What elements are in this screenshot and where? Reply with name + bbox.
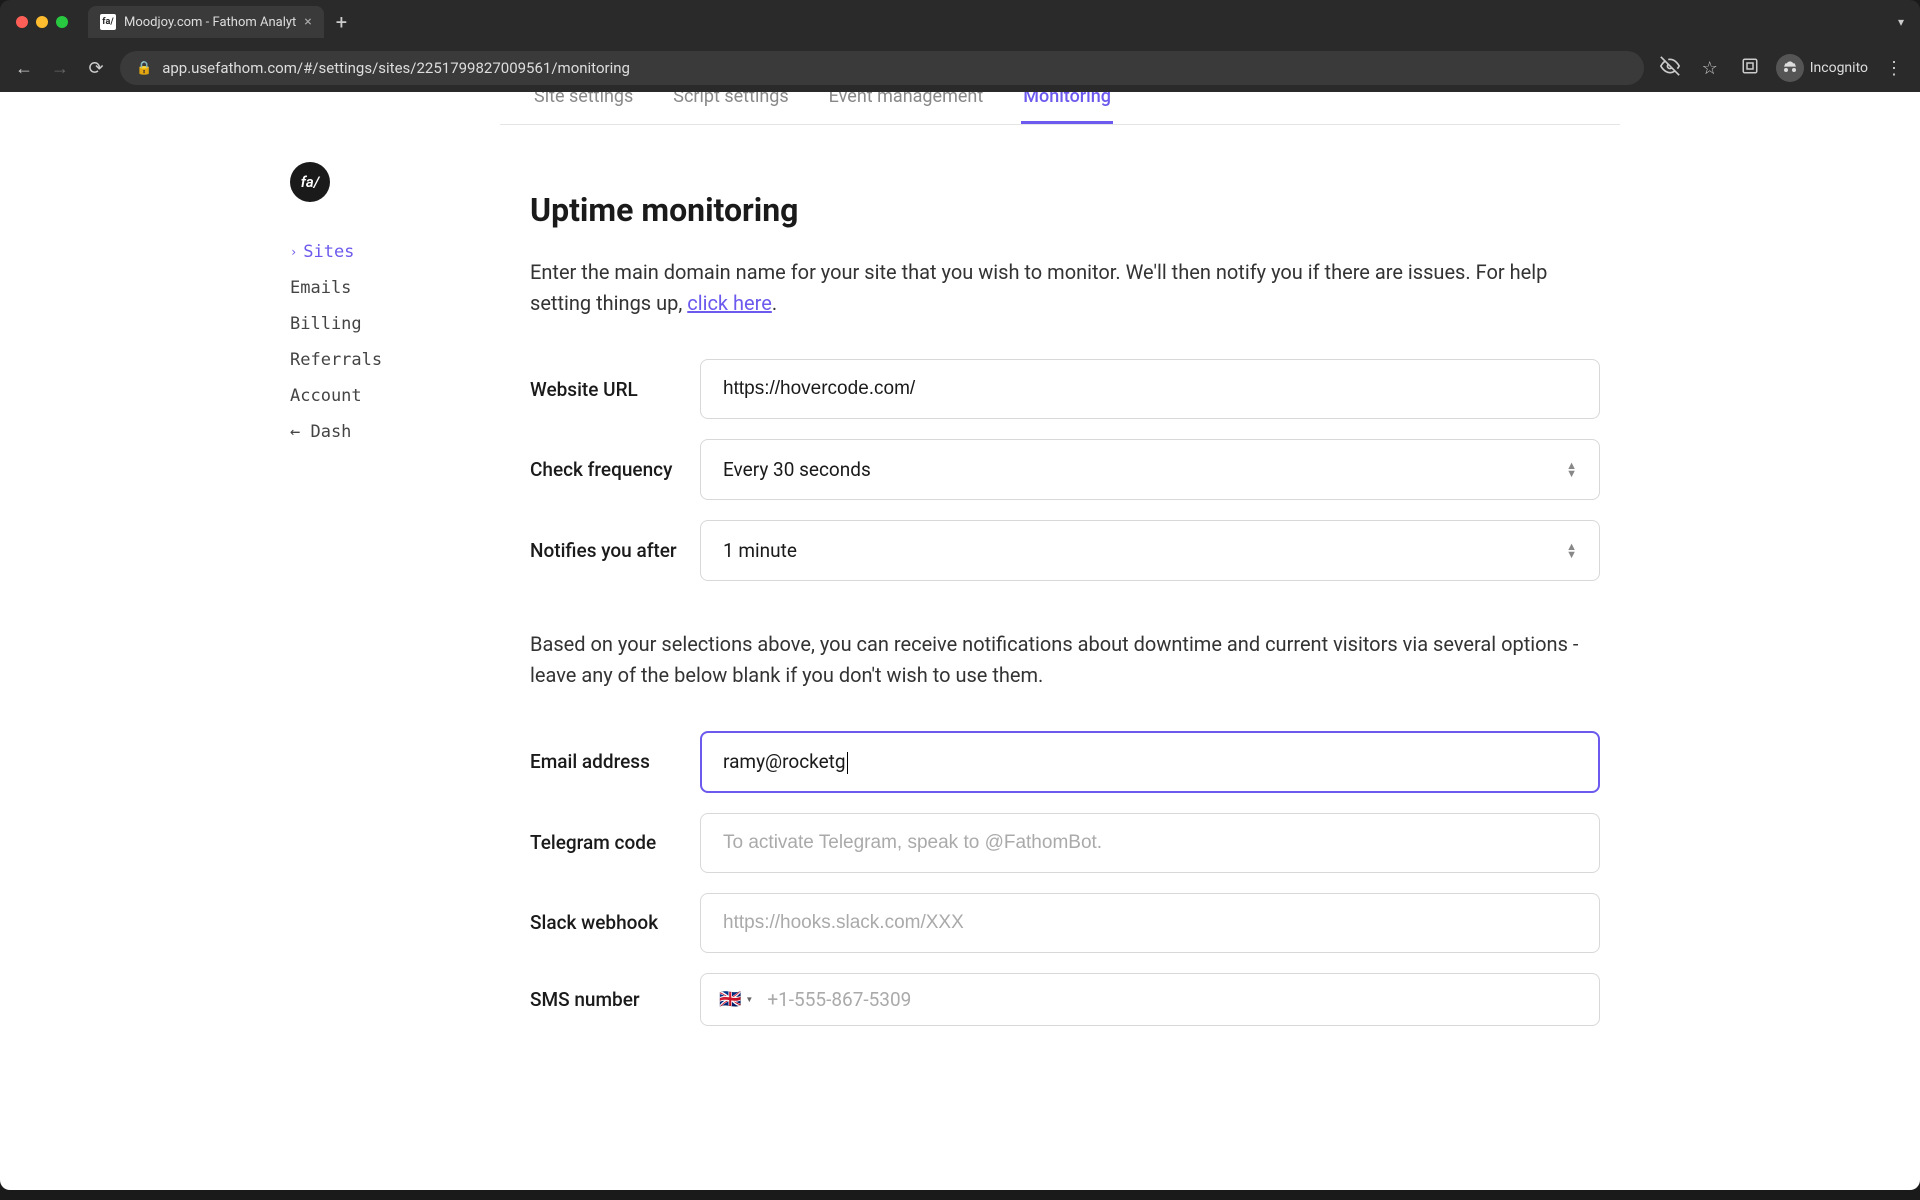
select-value: Every 30 seconds [723, 458, 871, 481]
label-check-frequency: Check frequency [530, 458, 700, 481]
tab-monitoring[interactable]: Monitoring [1021, 92, 1113, 124]
help-link[interactable]: click here [687, 291, 772, 315]
sms-input[interactable]: 🇬🇧 ▼ +1-555-867-5309 [700, 973, 1600, 1026]
logo[interactable]: fa/ [290, 162, 330, 202]
close-window-button[interactable] [16, 16, 28, 28]
sidebar-item-emails[interactable]: Emails [290, 270, 450, 306]
page-content: Site settings Script settings Event mana… [0, 92, 1920, 1190]
form-row-email: Email address ramy@rocketg [530, 731, 1600, 793]
label-sms: SMS number [530, 988, 700, 1011]
description-post: . [772, 291, 777, 315]
label-telegram: Telegram code [530, 831, 700, 854]
label-website-url: Website URL [530, 378, 700, 401]
sidebar-item-referrals[interactable]: Referrals [290, 342, 450, 378]
settings-tabs: Site settings Script settings Event mana… [500, 92, 1620, 125]
notifies-after-select[interactable]: 1 minute ▲▼ [700, 520, 1600, 581]
title-bar: fa/ Moodjoy.com - Fathom Analyt × + ▾ [0, 0, 1920, 44]
menu-icon[interactable]: ⋮ [1880, 58, 1908, 79]
email-input[interactable]: ramy@rocketg [700, 731, 1600, 793]
tabs-dropdown-icon[interactable]: ▾ [1898, 15, 1904, 29]
traffic-lights [16, 16, 68, 28]
chevron-right-icon: › [290, 245, 297, 259]
reload-button[interactable]: ⟳ [84, 58, 108, 79]
address-bar: ← → ⟳ 🔒 app.usefathom.com/#/settings/sit… [0, 44, 1920, 92]
tab-script-settings[interactable]: Script settings [671, 92, 790, 124]
form-row-check-frequency: Check frequency Every 30 seconds ▲▼ [530, 439, 1600, 500]
email-value: ramy@rocketg [723, 750, 846, 773]
browser-chrome: fa/ Moodjoy.com - Fathom Analyt × + ▾ ← … [0, 0, 1920, 92]
sidebar-back-dash[interactable]: ← Dash [290, 414, 450, 450]
country-flag-select[interactable]: 🇬🇧 ▼ [719, 989, 753, 1010]
form-row-sms: SMS number 🇬🇧 ▼ +1-555-867-5309 [530, 973, 1600, 1026]
lock-icon: 🔒 [136, 61, 152, 76]
label-email: Email address [530, 750, 700, 773]
incognito-badge[interactable]: Incognito [1776, 54, 1868, 82]
back-button[interactable]: ← [12, 58, 36, 79]
browser-tab[interactable]: fa/ Moodjoy.com - Fathom Analyt × [88, 6, 324, 38]
select-arrows-icon: ▲▼ [1566, 543, 1577, 558]
select-value: 1 minute [723, 539, 797, 562]
flag-icon: 🇬🇧 [719, 989, 741, 1010]
website-url-input[interactable] [700, 359, 1600, 419]
form-row-website-url: Website URL [530, 359, 1600, 419]
bookmark-star-icon[interactable]: ☆ [1696, 58, 1724, 79]
page-title: Uptime monitoring [530, 191, 1600, 229]
flag-dropdown-icon: ▼ [745, 995, 753, 1004]
form-row-telegram: Telegram code [530, 813, 1600, 873]
sms-placeholder: +1-555-867-5309 [767, 988, 911, 1011]
sidebar-item-account[interactable]: Account [290, 378, 450, 414]
url-text: app.usefathom.com/#/settings/sites/22517… [162, 59, 1628, 77]
slack-input[interactable] [700, 893, 1600, 953]
sidebar-item-label: Sites [303, 242, 354, 262]
form-row-notifies-after: Notifies you after 1 minute ▲▼ [530, 520, 1600, 581]
sidebar-item-sites[interactable]: › Sites [290, 234, 450, 270]
sidebar-item-billing[interactable]: Billing [290, 306, 450, 342]
page-description: Enter the main domain name for your site… [530, 257, 1600, 319]
select-arrows-icon: ▲▼ [1566, 462, 1577, 477]
extensions-icon[interactable] [1736, 57, 1764, 80]
sidebar: fa/ › Sites Emails Billing Referrals Acc… [290, 162, 450, 450]
tab-event-management[interactable]: Event management [827, 92, 986, 124]
maximize-window-button[interactable] [56, 16, 68, 28]
tab-favicon: fa/ [100, 14, 116, 30]
minimize-window-button[interactable] [36, 16, 48, 28]
description-text: Enter the main domain name for your site… [530, 260, 1547, 315]
incognito-icon [1776, 54, 1804, 82]
text-cursor [847, 752, 848, 774]
sub-description: Based on your selections above, you can … [530, 629, 1600, 691]
incognito-label: Incognito [1810, 60, 1868, 76]
telegram-input[interactable] [700, 813, 1600, 873]
url-bar[interactable]: 🔒 app.usefathom.com/#/settings/sites/225… [120, 51, 1644, 85]
new-tab-button[interactable]: + [336, 10, 347, 34]
eye-off-icon[interactable] [1656, 56, 1684, 81]
check-frequency-select[interactable]: Every 30 seconds ▲▼ [700, 439, 1600, 500]
tab-title: Moodjoy.com - Fathom Analyt [124, 15, 296, 30]
form-row-slack: Slack webhook [530, 893, 1600, 953]
main-content: Uptime monitoring Enter the main domain … [530, 131, 1600, 1026]
label-slack: Slack webhook [530, 911, 700, 934]
label-notifies-after: Notifies you after [530, 539, 700, 562]
tab-site-settings[interactable]: Site settings [532, 92, 635, 124]
close-tab-icon[interactable]: × [304, 14, 311, 30]
forward-button[interactable]: → [48, 58, 72, 79]
